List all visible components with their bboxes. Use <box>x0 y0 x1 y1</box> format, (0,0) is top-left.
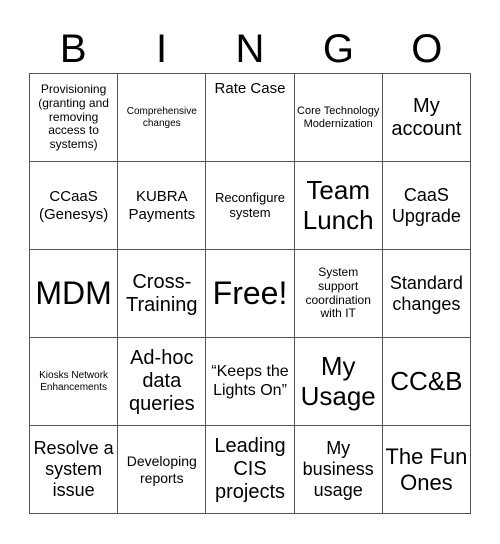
header-letter-o: O <box>411 27 443 71</box>
bingo-cell[interactable]: MDM <box>30 250 119 338</box>
bingo-cell[interactable]: My business usage <box>294 426 383 514</box>
free-space-cell[interactable]: Free! <box>206 250 295 338</box>
bingo-cell[interactable]: Provisioning (granting and removing acce… <box>30 74 119 162</box>
header-letter-b: B <box>59 27 87 71</box>
bingo-cell[interactable]: “Keeps the Lights On” <box>206 338 295 426</box>
bingo-cell[interactable]: Core Technology Modernization <box>294 74 383 162</box>
header-letter-n: N <box>235 27 265 71</box>
bingo-cell[interactable]: My Usage <box>294 338 383 426</box>
bingo-cell[interactable]: System support coordination with IT <box>294 250 383 338</box>
bingo-cell[interactable]: Reconfigure system <box>206 162 295 250</box>
bingo-cell[interactable]: Cross-Training <box>118 250 207 338</box>
bingo-cell[interactable]: Resolve a system issue <box>30 426 119 514</box>
bingo-cell[interactable]: Standard changes <box>382 250 471 338</box>
header-letter-i: I <box>156 27 168 71</box>
bingo-cell[interactable]: Leading CIS projects <box>206 426 295 514</box>
header-letter-g: G <box>322 27 354 71</box>
bingo-cell[interactable]: Comprehensive changes <box>118 74 207 162</box>
bingo-cell[interactable]: Kiosks Network Enhancements <box>30 338 119 426</box>
bingo-grid: Provisioning (granting and removing acce… <box>29 73 471 514</box>
bingo-cell[interactable]: Ad-hoc data queries <box>118 338 207 426</box>
bingo-cell[interactable]: My account <box>382 74 471 162</box>
bingo-cell[interactable]: CaaS Upgrade <box>382 162 471 250</box>
bingo-cell[interactable]: CC&B <box>382 338 471 426</box>
bingo-cell[interactable]: CCaaS (Genesys) <box>30 162 119 250</box>
bingo-cell[interactable]: KUBRA Payments <box>118 162 207 250</box>
bingo-cell[interactable]: Rate Case <box>206 74 295 162</box>
bingo-cell[interactable]: The Fun Ones <box>382 426 471 514</box>
bingo-header: B I N G O <box>29 24 471 74</box>
bingo-cell[interactable]: Team Lunch <box>294 162 383 250</box>
bingo-cell[interactable]: Developing reports <box>118 426 207 514</box>
